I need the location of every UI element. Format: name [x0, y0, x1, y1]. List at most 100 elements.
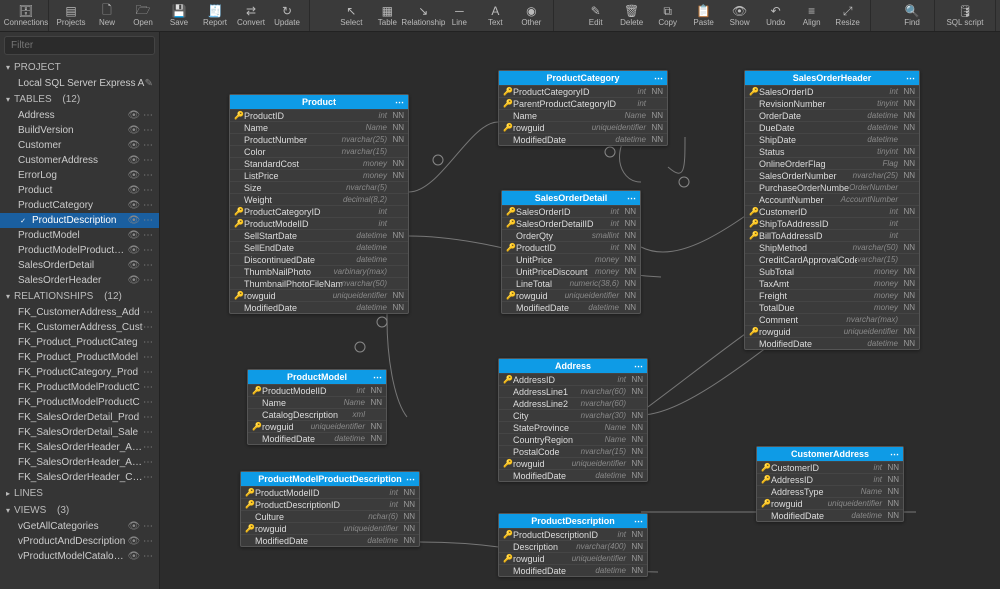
column-row[interactable]: Culturenchar(6)NN: [241, 510, 419, 522]
tree-table-Customer[interactable]: Customer👁 ⋯: [0, 138, 159, 153]
column-row[interactable]: NameNameNN: [230, 121, 408, 133]
entity-SalesOrderHeader[interactable]: SalesOrderHeader⋯🔑SalesOrderIDintNNRevis…: [744, 70, 920, 350]
column-row[interactable]: 🔑BillToAddressIDint: [745, 229, 919, 241]
tree-rel[interactable]: FK_Product_ProductCateg⋯: [0, 335, 159, 350]
column-row[interactable]: 🔑ProductDescriptionIDintNN: [499, 528, 647, 540]
tree-view[interactable]: vGetAllCategories👁 ⋯: [0, 519, 159, 534]
column-row[interactable]: TaxAmtmoneyNN: [745, 277, 919, 289]
column-row[interactable]: 🔑AddressIDintNN: [757, 473, 903, 485]
column-row[interactable]: ProductNumbernvarchar(25)NN: [230, 133, 408, 145]
column-row[interactable]: OrderQtysmallintNN: [502, 229, 640, 241]
column-row[interactable]: 🔑rowguiduniqueidentifierNN: [757, 497, 903, 509]
entity-Product[interactable]: Product⋯🔑ProductIDintNNNameNameNNProduct…: [229, 94, 409, 314]
entity-Address[interactable]: Address⋯🔑AddressIDintNNAddressLine1nvarc…: [498, 358, 648, 482]
column-row[interactable]: Descriptionnvarchar(400)NN: [499, 540, 647, 552]
entity-header[interactable]: ProductCategory⋯: [499, 71, 667, 85]
column-row[interactable]: 🔑rowguiduniqueidentifierNN: [499, 457, 647, 469]
tree-rel[interactable]: FK_SalesOrderHeader_Add⋯: [0, 440, 159, 455]
entity-header[interactable]: ProductModel⋯: [248, 370, 386, 384]
column-row[interactable]: AddressTypeNameNN: [757, 485, 903, 497]
tree-rel[interactable]: FK_SalesOrderDetail_Sale⋯: [0, 425, 159, 440]
column-row[interactable]: RevisionNumbertinyintNN: [745, 97, 919, 109]
entity-header[interactable]: ProductDescription⋯: [499, 514, 647, 528]
column-row[interactable]: 🔑CustomerIDintNN: [757, 461, 903, 473]
tree-table-ProductModelProductDesc[interactable]: ProductModelProductDesc👁 ⋯: [0, 243, 159, 258]
find-button[interactable]: 🔍Find: [894, 0, 930, 31]
column-row[interactable]: 🔑ProductIDintNN: [230, 109, 408, 121]
column-row[interactable]: 🔑ProductModelIDintNN: [241, 486, 419, 498]
column-row[interactable]: 🔑rowguiduniqueidentifierNN: [499, 552, 647, 564]
line-button[interactable]: ─Line: [441, 0, 477, 31]
tree-table-SalesOrderDetail[interactable]: SalesOrderDetail👁 ⋯: [0, 258, 159, 273]
column-row[interactable]: CatalogDescriptionxml: [248, 408, 386, 420]
column-row[interactable]: 🔑rowguiduniqueidentifierNN: [499, 121, 667, 133]
column-row[interactable]: 🔑rowguiduniqueidentifierNN: [248, 420, 386, 432]
report-button[interactable]: 🧾Report: [197, 0, 233, 31]
column-row[interactable]: NameNameNN: [248, 396, 386, 408]
column-row[interactable]: 🔑CustomerIDintNN: [745, 205, 919, 217]
entity-header[interactable]: CustomerAddress⋯: [757, 447, 903, 461]
tree-table-Address[interactable]: Address👁 ⋯: [0, 108, 159, 123]
column-row[interactable]: ModifiedDatedatetimeNN: [502, 301, 640, 313]
tree-section-views[interactable]: ▾VIEWS (3): [0, 502, 159, 519]
column-row[interactable]: ModifiedDatedatetimeNN: [499, 469, 647, 481]
column-row[interactable]: FreightmoneyNN: [745, 289, 919, 301]
column-row[interactable]: UnitPricemoneyNN: [502, 253, 640, 265]
tree-table-ProductModel[interactable]: ProductModel👁 ⋯: [0, 228, 159, 243]
column-row[interactable]: 🔑rowguiduniqueidentifierNN: [241, 522, 419, 534]
column-row[interactable]: 🔑rowguiduniqueidentifierNN: [745, 325, 919, 337]
column-row[interactable]: StandardCostmoneyNN: [230, 157, 408, 169]
column-row[interactable]: ModifiedDatedatetimeNN: [499, 133, 667, 145]
align-button[interactable]: ≡Align: [794, 0, 830, 31]
open-button[interactable]: 🗁Open: [125, 0, 161, 31]
column-row[interactable]: ModifiedDatedatetimeNN: [241, 534, 419, 546]
tree-rel[interactable]: FK_CustomerAddress_Cust⋯: [0, 320, 159, 335]
connections-button[interactable]: 🗄Connections: [8, 0, 44, 31]
project-name[interactable]: Local SQL Server Express A✎: [0, 76, 159, 91]
entity-ProductCategory[interactable]: ProductCategory⋯🔑ProductCategoryIDintNN 🔑…: [498, 70, 668, 146]
entity-SalesOrderDetail[interactable]: SalesOrderDetail⋯🔑SalesOrderIDintNN🔑Sale…: [501, 190, 641, 314]
tree-table-SalesOrderHeader[interactable]: SalesOrderHeader👁 ⋯: [0, 273, 159, 288]
tree-rel[interactable]: FK_SalesOrderDetail_Prod⋯: [0, 410, 159, 425]
column-row[interactable]: 🔑ProductCategoryIDintNN: [499, 85, 667, 97]
column-row[interactable]: 🔑ProductModelIDintNN: [248, 384, 386, 396]
tree-table-BuildVersion[interactable]: BuildVersion👁 ⋯: [0, 123, 159, 138]
tree-table-ErrorLog[interactable]: ErrorLog👁 ⋯: [0, 168, 159, 183]
tree-rel[interactable]: FK_ProductModelProductC⋯: [0, 395, 159, 410]
column-row[interactable]: UnitPriceDiscountmoneyNN: [502, 265, 640, 277]
tree-table-ProductDescription[interactable]: ✓ProductDescription👁 ⋯: [0, 213, 159, 228]
column-row[interactable]: 🔑AddressIDintNN: [499, 373, 647, 385]
column-row[interactable]: Commentnvarchar(max): [745, 313, 919, 325]
other-button[interactable]: ◉Other: [513, 0, 549, 31]
tree-view[interactable]: vProductModelCatalogDes👁 ⋯: [0, 549, 159, 564]
column-row[interactable]: 🔑ShipToAddressIDint: [745, 217, 919, 229]
tree-rel[interactable]: FK_SalesOrderHeader_Cus⋯: [0, 470, 159, 485]
column-row[interactable]: 🔑SalesOrderDetailIDintNN: [502, 217, 640, 229]
show-button[interactable]: 👁Show: [722, 0, 758, 31]
paste-button[interactable]: 📋Paste: [686, 0, 722, 31]
delete-button[interactable]: 🗑Delete: [614, 0, 650, 31]
column-row[interactable]: PurchaseOrderNumberOrderNumber: [745, 181, 919, 193]
relationship-button[interactable]: ↘Relationship: [405, 0, 441, 31]
resize-button[interactable]: ⤢Resize: [830, 0, 866, 31]
entity-header[interactable]: SalesOrderDetail⋯: [502, 191, 640, 205]
column-row[interactable]: 🔑ProductDescriptionIDintNN: [241, 498, 419, 510]
column-row[interactable]: ShipDatedatetime: [745, 133, 919, 145]
column-row[interactable]: ThumbnailPhotoFileNamenvarchar(50): [230, 277, 408, 289]
projects-button[interactable]: ▤Projects: [53, 0, 89, 31]
column-row[interactable]: Colornvarchar(15): [230, 145, 408, 157]
entity-ProductDescription[interactable]: ProductDescription⋯🔑ProductDescriptionID…: [498, 513, 648, 577]
column-row[interactable]: ShipMethodnvarchar(50)NN: [745, 241, 919, 253]
column-row[interactable]: Weightdecimal(8,2): [230, 193, 408, 205]
column-row[interactable]: SalesOrderNumbernvarchar(25)NN: [745, 169, 919, 181]
entity-header[interactable]: Product⋯: [230, 95, 408, 109]
column-row[interactable]: 🔑SalesOrderIDintNN: [502, 205, 640, 217]
column-row[interactable]: ModifiedDatedatetimeNN: [248, 432, 386, 444]
entity-header[interactable]: Address⋯: [499, 359, 647, 373]
convert-button[interactable]: ⇄Convert: [233, 0, 269, 31]
entity-CustomerAddress[interactable]: CustomerAddress⋯🔑CustomerIDintNN🔑Address…: [756, 446, 904, 522]
column-row[interactable]: OrderDatedatetimeNN: [745, 109, 919, 121]
column-row[interactable]: AccountNumberAccountNumber: [745, 193, 919, 205]
entity-ProductModelProductDescription[interactable]: ProductModelProductDescription⋯🔑ProductM…: [240, 471, 420, 547]
tree-table-Product[interactable]: Product👁 ⋯: [0, 183, 159, 198]
